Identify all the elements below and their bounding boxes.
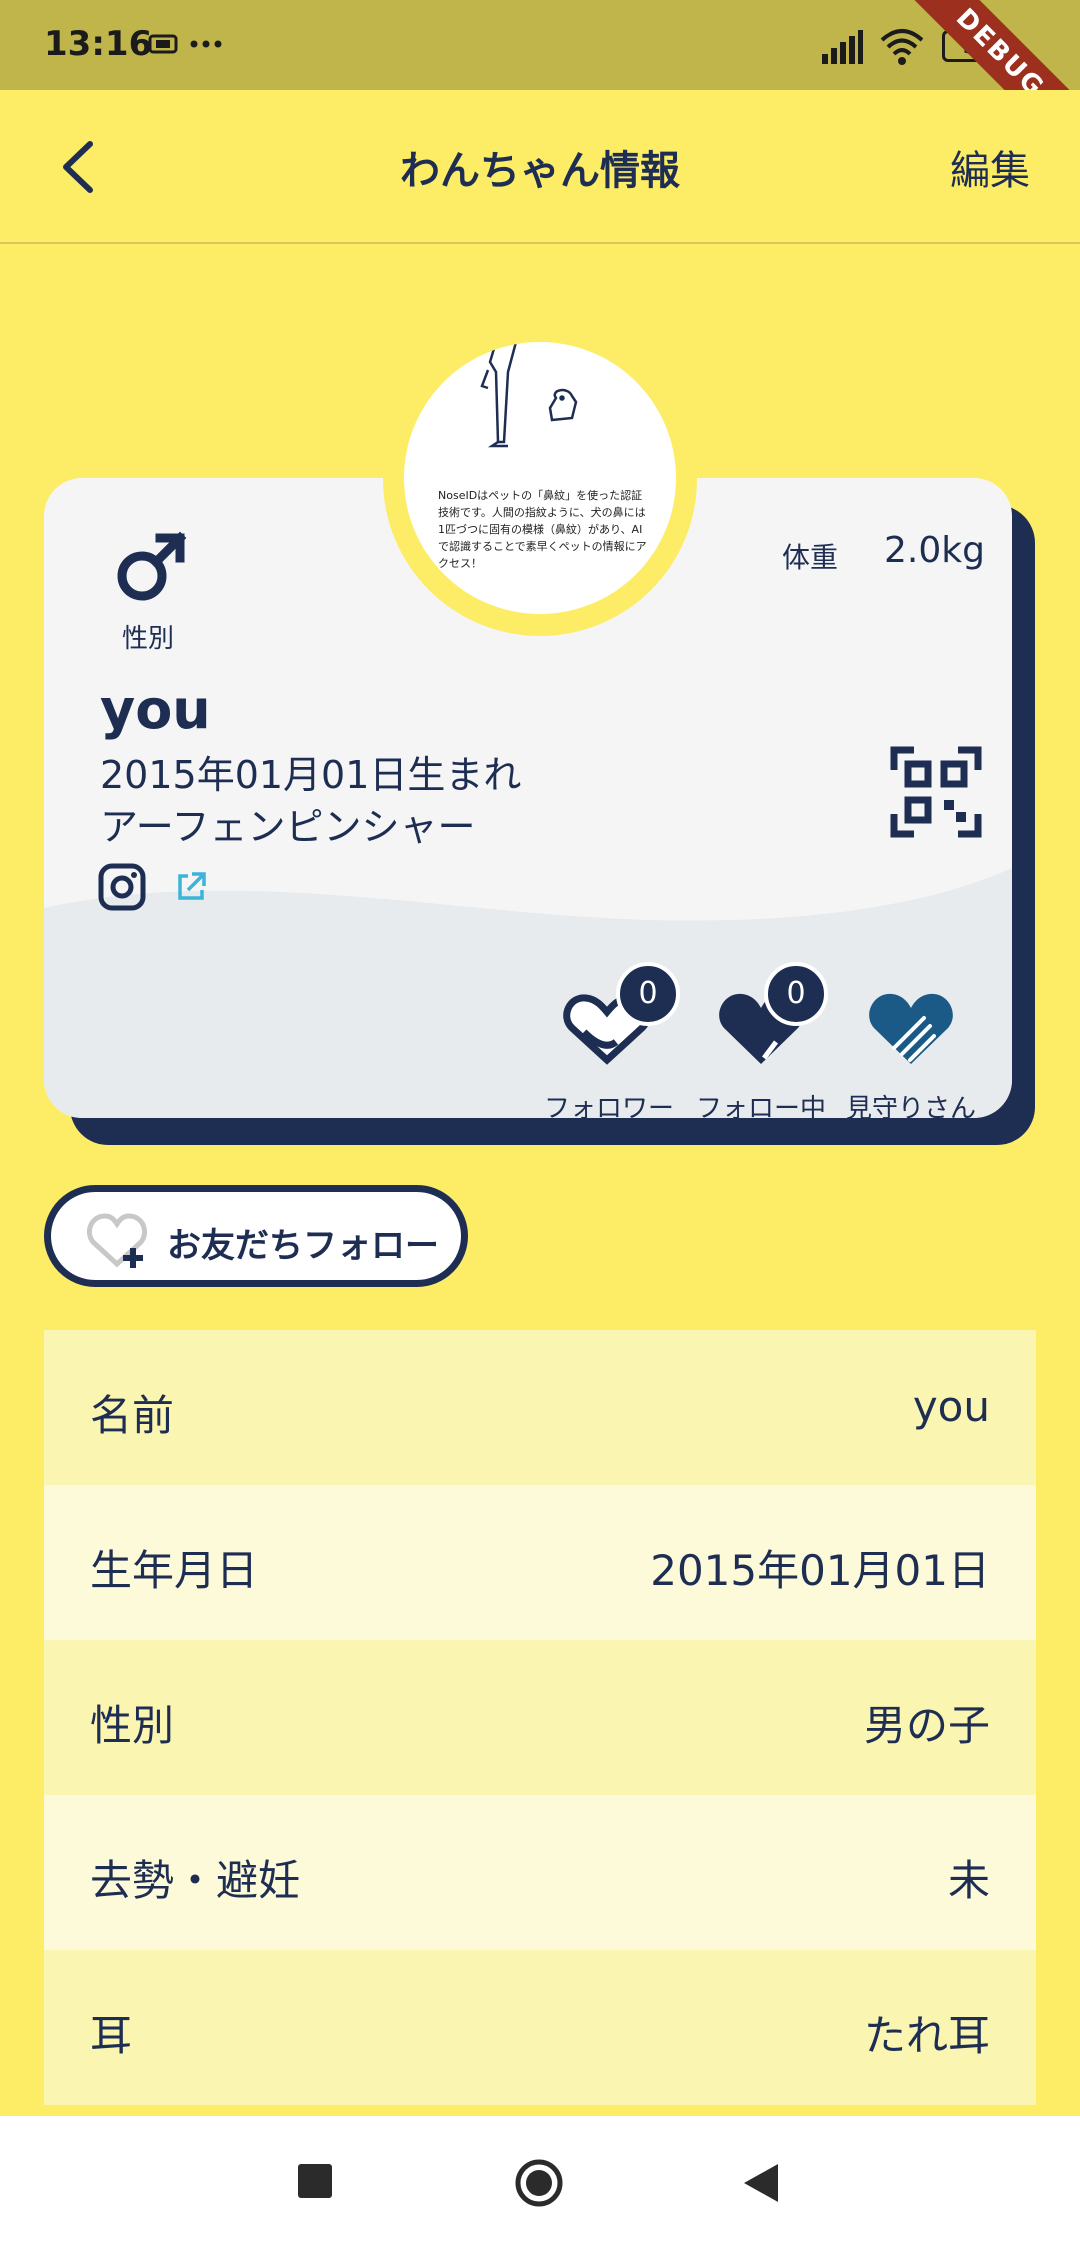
info-value: 未 bbox=[947, 1856, 990, 1905]
info-key: 性別 bbox=[90, 1701, 175, 1750]
following-label: フォロー中 bbox=[695, 1094, 826, 1118]
info-row-ears: 耳 たれ耳 bbox=[44, 1950, 1036, 2105]
watchers-stat[interactable]: 見守りさん bbox=[836, 972, 986, 1118]
heart-handshake-icon bbox=[869, 993, 953, 1064]
pet-info-list: 名前 you 生年月日 2015年01月01日 性別 男の子 去勢・避妊 未 耳… bbox=[44, 1330, 1036, 2105]
following-count-badge: 0 bbox=[764, 962, 828, 1026]
system-nav-bar bbox=[0, 2116, 1080, 2246]
male-icon bbox=[117, 531, 187, 601]
followers-stat[interactable]: 0 フォロワー bbox=[534, 962, 684, 1118]
info-row-birthdate: 生年月日 2015年01月01日 bbox=[44, 1485, 1036, 1640]
status-time: 13:16 bbox=[44, 24, 153, 64]
app-bar: わんちゃん情報 編集 bbox=[0, 90, 1080, 244]
pet-name: you bbox=[100, 678, 211, 741]
person-dog-illustration bbox=[480, 342, 578, 448]
pet-avatar[interactable]: NoseIDはペットの「鼻紋」を使った認証技術です。人間の指紋ように、犬の鼻には… bbox=[404, 342, 676, 614]
external-link-icon[interactable] bbox=[174, 870, 208, 904]
following-stat[interactable]: 0 フォロー中 bbox=[686, 962, 836, 1118]
gender-label: 性別 bbox=[122, 624, 175, 654]
pet-breed: アーフェンピンシャー bbox=[100, 805, 476, 849]
followers-label: フォロワー bbox=[543, 1094, 674, 1118]
home-icon[interactable] bbox=[514, 2158, 564, 2208]
notification-icons bbox=[148, 34, 222, 54]
noseid-description: NoseIDはペットの「鼻紋」を使った認証技術です。人間の指紋ように、犬の鼻には… bbox=[438, 489, 647, 570]
edit-button[interactable]: 編集 bbox=[950, 138, 1030, 196]
info-row-gender: 性別 男の子 bbox=[44, 1640, 1036, 1795]
nav-back-icon[interactable] bbox=[742, 2162, 780, 2204]
friend-follow-label: お友だちフォロー bbox=[167, 1226, 439, 1266]
weight-value: 2.0kg bbox=[884, 530, 985, 571]
friend-follow-button[interactable]: お友だちフォロー bbox=[44, 1185, 468, 1287]
info-row-name: 名前 you bbox=[44, 1330, 1036, 1485]
signal-icon bbox=[822, 30, 863, 64]
weight-label: 体重 bbox=[782, 541, 839, 574]
info-key: 生年月日 bbox=[90, 1546, 259, 1595]
info-value: たれ耳 bbox=[863, 2011, 990, 2060]
heart-plus-icon bbox=[87, 1213, 147, 1268]
status-bar: 13:16 39 DEBUG bbox=[0, 0, 1080, 176]
info-key: 名前 bbox=[90, 1391, 175, 1440]
page-title: わんちゃん情報 bbox=[400, 148, 680, 194]
info-row-neutered: 去勢・避妊 未 bbox=[44, 1795, 1036, 1950]
pet-birthdate: 2015年01月01日生まれ bbox=[100, 753, 522, 797]
instagram-icon[interactable] bbox=[98, 863, 146, 911]
watchers-label: 見守りさん bbox=[845, 1094, 976, 1118]
qr-code-icon[interactable] bbox=[890, 746, 982, 838]
recent-apps-icon[interactable] bbox=[298, 2164, 332, 2198]
info-value: you bbox=[912, 1382, 990, 1431]
followers-count-badge: 0 bbox=[616, 962, 680, 1026]
info-key: 去勢・避妊 bbox=[90, 1856, 301, 1905]
info-value: 2015年01月01日 bbox=[650, 1546, 990, 1595]
info-value: 男の子 bbox=[863, 1701, 990, 1750]
info-key: 耳 bbox=[90, 2011, 133, 2060]
wifi-icon bbox=[880, 29, 924, 65]
